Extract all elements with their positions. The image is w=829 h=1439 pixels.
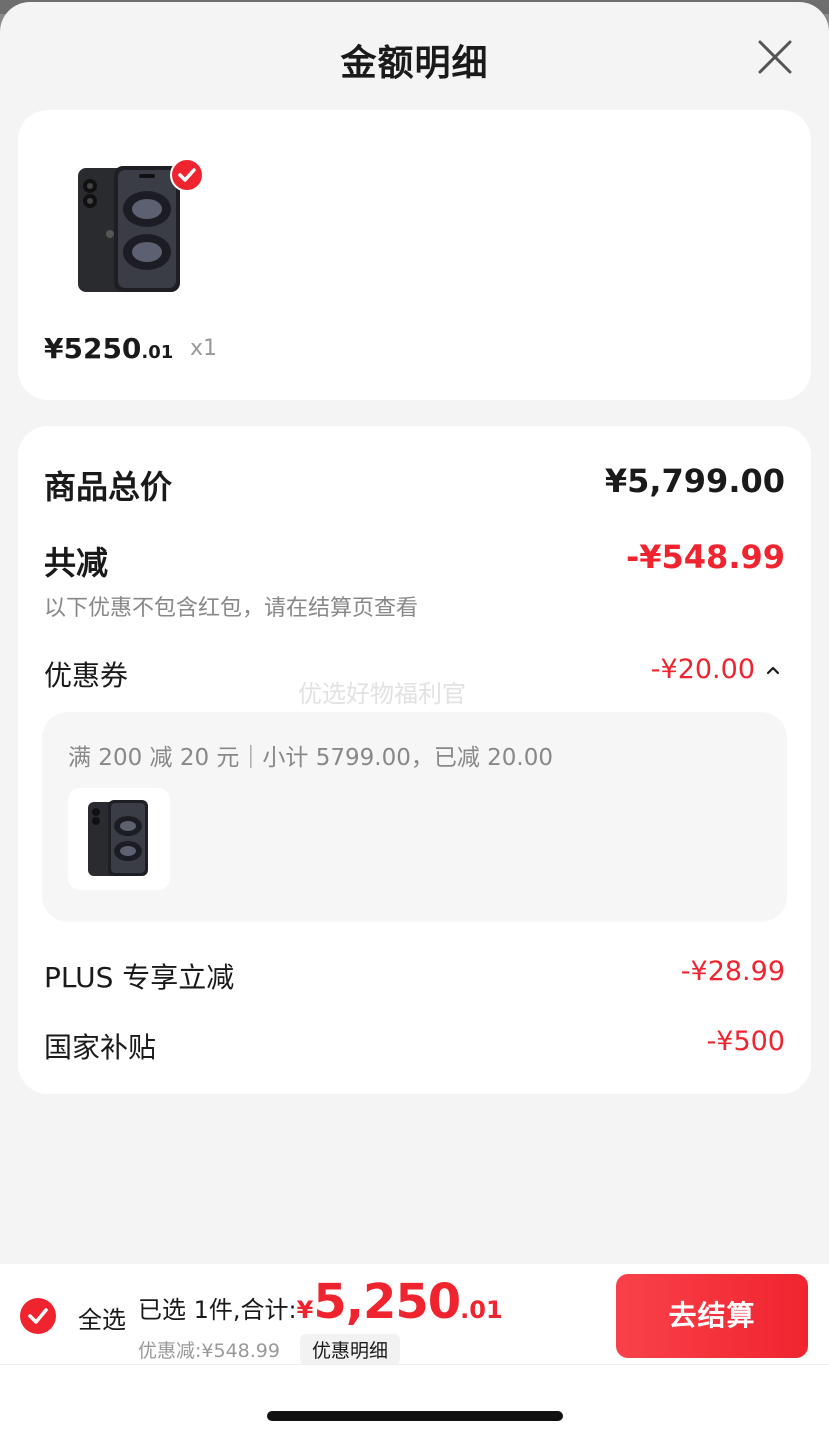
subsidy-row: 国家补贴 -¥500 xyxy=(44,1026,785,1066)
sheet-title: 金额明细 xyxy=(340,43,489,84)
select-all-label[interactable]: 全选 xyxy=(78,1300,126,1335)
product-phone-image[interactable] xyxy=(76,164,186,294)
coupon-label: 优惠券 xyxy=(44,659,129,692)
coupon-product-thumbnail[interactable] xyxy=(68,788,170,890)
subsidy-label: 国家补贴 xyxy=(44,1031,157,1064)
total-price-value: ¥5,799.00 xyxy=(604,462,785,500)
product-price-main: ¥5250 xyxy=(44,332,142,365)
total-price-label: 商品总价 xyxy=(44,468,173,506)
checkout-button[interactable]: 去结算 xyxy=(616,1274,808,1358)
coupon-value-group[interactable]: -¥20.00 xyxy=(651,654,781,685)
product-quantity: x1 xyxy=(190,336,218,361)
summary-prefix: 已选 1件,合计: xyxy=(138,1296,297,1324)
coupon-description: 满 200 减 20 元｜小计 5799.00，已减 20.00 xyxy=(68,745,553,771)
product-card: ¥5250.01 x1 xyxy=(18,110,811,400)
plus-discount-value: -¥28.99 xyxy=(680,956,785,987)
total-reduction-row: 共减 -¥548.99 xyxy=(44,538,785,582)
product-price: ¥5250.01 xyxy=(44,332,173,365)
total-price-row: 商品总价 ¥5,799.00 xyxy=(44,462,785,506)
subsidy-value: -¥500 xyxy=(706,1026,785,1057)
coupon-value: -¥20.00 xyxy=(650,654,755,685)
discount-detail-button[interactable]: 优惠明细 xyxy=(300,1334,401,1365)
price-detail-card: 商品总价 ¥5,799.00 共减 -¥548.99 以下优惠不包含红包，请在结… xyxy=(18,426,811,1094)
summary-decimal: .01 xyxy=(460,1296,503,1324)
summary-currency: ¥ xyxy=(296,1296,314,1324)
plus-discount-row: PLUS 专享立减 -¥28.99 xyxy=(44,956,785,996)
select-all-checkbox[interactable] xyxy=(20,1298,56,1334)
checkout-bar: 全选 已选 1件,合计:¥5,250.01 优惠减:¥548.99 优惠明细 去… xyxy=(0,1264,829,1365)
summary-total: 已选 1件,合计:¥5,250.01 xyxy=(138,1274,503,1330)
watermark-text: 优选好物福利官 xyxy=(298,680,466,708)
close-icon xyxy=(758,40,792,74)
summary-discount: 优惠减:¥548.99 xyxy=(138,1340,280,1362)
chevron-up-icon xyxy=(766,666,780,674)
product-selected-check[interactable] xyxy=(170,158,204,192)
summary-amount: 5,250 xyxy=(313,1274,461,1330)
plus-discount-label: PLUS 专享立减 xyxy=(44,961,235,994)
total-reduction-value: -¥548.99 xyxy=(625,538,785,576)
check-icon xyxy=(28,1308,48,1324)
total-reduction-label: 共减 xyxy=(44,544,109,582)
home-indicator[interactable] xyxy=(267,1411,563,1421)
reduction-note: 以下优惠不包含红包，请在结算页查看 xyxy=(44,596,419,621)
check-icon xyxy=(178,168,196,182)
coupon-phone-image xyxy=(88,800,148,876)
coupon-detail-box: 满 200 减 20 元｜小计 5799.00，已减 20.00 xyxy=(42,712,787,922)
reduction-note-row: 以下优惠不包含红包，请在结算页查看 xyxy=(44,590,785,622)
product-price-decimal: .01 xyxy=(141,342,174,363)
home-indicator-area xyxy=(0,1365,829,1439)
close-button[interactable] xyxy=(752,34,798,80)
amount-detail-sheet: 金额明细 ¥5250.01 x1 商品总价 ¥5,799.00 共减 -¥548… xyxy=(0,2,829,1439)
